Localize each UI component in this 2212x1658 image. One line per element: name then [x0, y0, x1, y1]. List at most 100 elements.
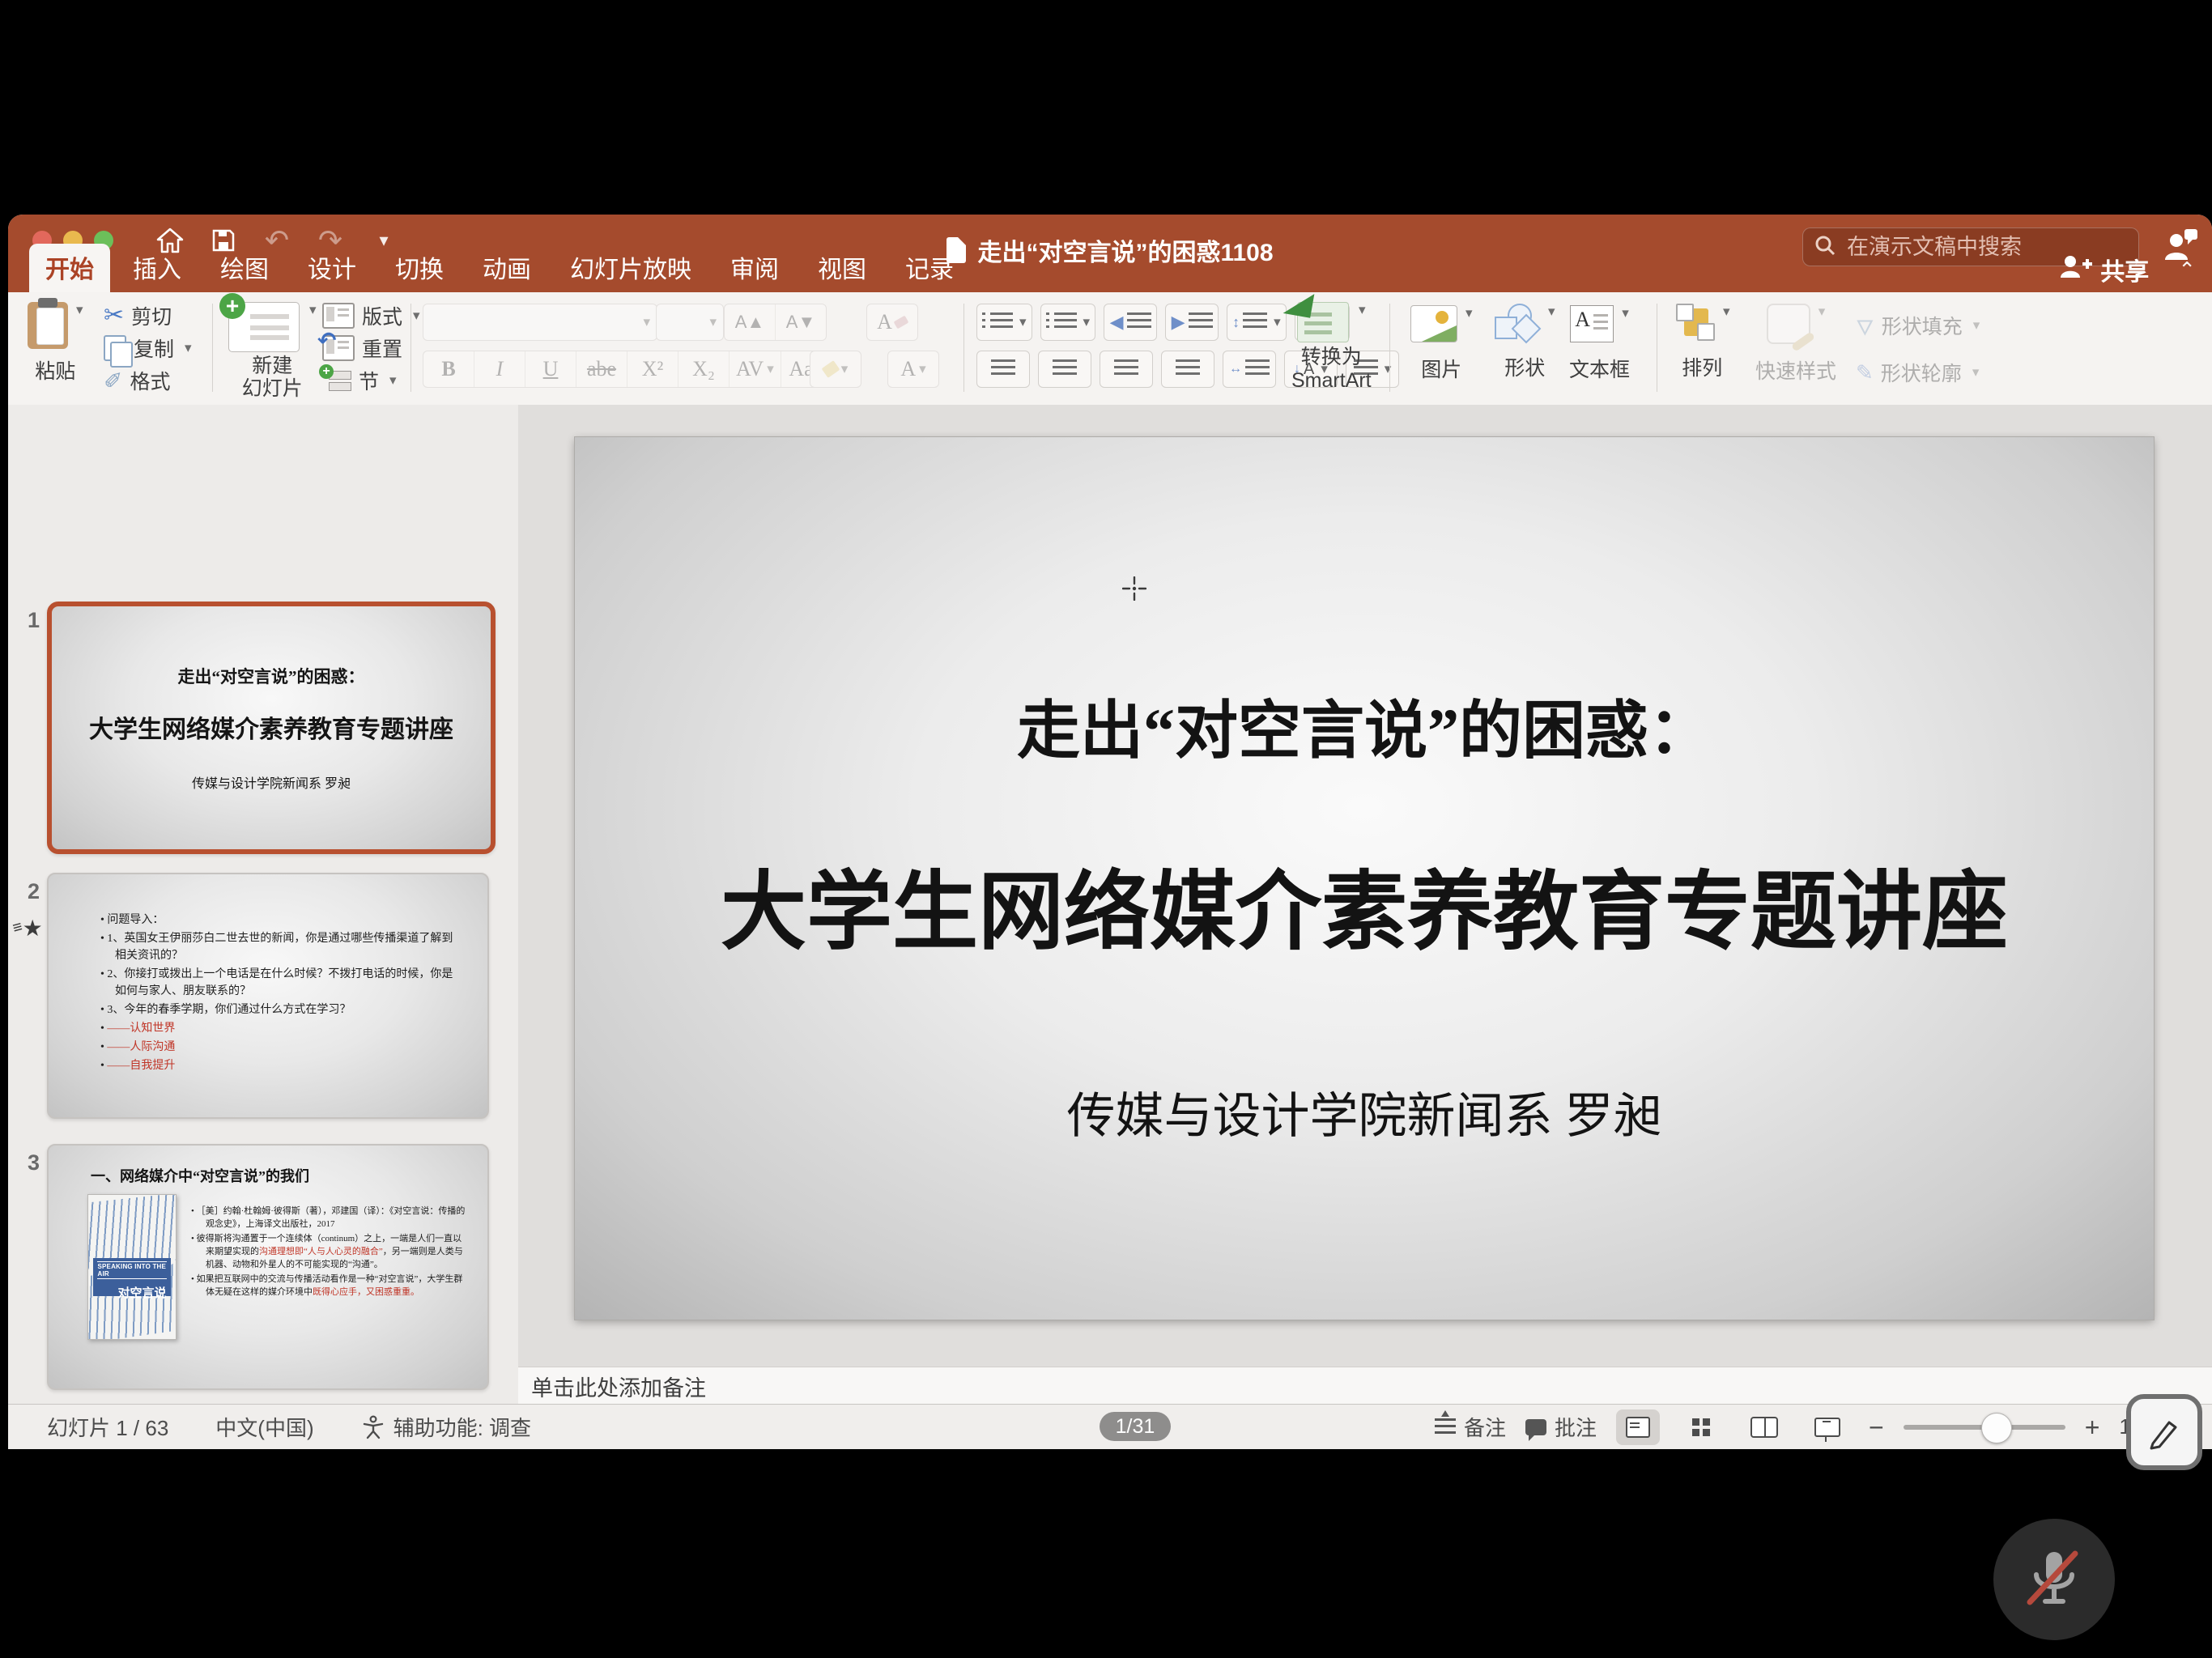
- paste-dropdown-icon[interactable]: ▾: [76, 302, 83, 318]
- shapes-button[interactable]: ▾ 形状: [1495, 304, 1555, 381]
- increase-font-button[interactable]: A▲: [725, 304, 776, 340]
- thumb-title-line1: 走出“对空言说”的困惑：: [178, 664, 365, 688]
- slide-thumbnail-2[interactable]: • 问题导入：• 1、英国女王伊丽莎白二世去世的新闻，你是通过哪些传播渠道了解到…: [47, 873, 489, 1119]
- justify-button[interactable]: [1161, 351, 1214, 388]
- font-format-button-4[interactable]: X²: [627, 351, 678, 387]
- font-name-select[interactable]: ▾: [423, 304, 657, 341]
- tab-0[interactable]: 开始: [29, 244, 110, 292]
- thumbnail-bullet: • 问题导入：: [100, 912, 460, 929]
- bullets-button[interactable]: ▾: [976, 304, 1032, 341]
- thumb-title-line2: 大学生网络媒介素养教育专题讲座: [89, 709, 453, 745]
- tab-3[interactable]: 设计: [291, 244, 372, 292]
- shapes-dropdown-icon[interactable]: ▾: [1548, 304, 1555, 320]
- slide-title-line2[interactable]: 大学生网络媒介素养教育专题讲座: [575, 842, 2154, 967]
- slide-thumbnail-3[interactable]: 一、网络媒介中“对空言说”的我们 SPEAKING INTO THE AIR对空…: [47, 1144, 489, 1390]
- tab-4[interactable]: 切换: [379, 244, 460, 292]
- cut-button[interactable]: ✂ 剪切: [104, 300, 192, 331]
- tab-7[interactable]: 审阅: [714, 244, 795, 292]
- normal-view-button[interactable]: [1616, 1409, 1660, 1445]
- animation-star-icon: ≡★: [13, 915, 43, 942]
- section-dropdown-icon[interactable]: ▾: [389, 372, 397, 389]
- tab-6[interactable]: 幻灯片放映: [554, 244, 708, 292]
- language-indicator[interactable]: 中文(中国): [215, 1412, 313, 1442]
- increase-indent-icon: ▶: [1172, 312, 1185, 333]
- quick-styles-icon: [1767, 304, 1810, 344]
- quick-styles-button[interactable]: ▾ 快速样式: [1755, 304, 1836, 385]
- powerpoint-window: ↶ ↷ ▾ 走出“对空言说”的困惑1108 开始插入绘图设计切换动画幻灯片放映审…: [8, 215, 2212, 1449]
- reading-view-button[interactable]: [1742, 1409, 1786, 1445]
- microphone-muted-icon: [2022, 1545, 2087, 1613]
- format-painter-icon: ✐: [104, 368, 122, 394]
- thumbnail-bullet: • ——自我提升: [100, 1057, 460, 1074]
- numbering-button[interactable]: ▾: [1040, 304, 1096, 341]
- notes-placeholder[interactable]: 单击此处添加备注: [531, 1371, 706, 1402]
- font-format-button-3[interactable]: abe: [576, 351, 627, 387]
- arrange-button[interactable]: ▾ 排列: [1674, 304, 1730, 381]
- font-format-button-6[interactable]: AV▾: [730, 351, 781, 387]
- font-format-button-1[interactable]: I: [474, 351, 525, 387]
- layout-dropdown-icon[interactable]: ▾: [413, 308, 420, 324]
- zoom-slider[interactable]: [1904, 1425, 2065, 1430]
- tab-1[interactable]: 插入: [117, 244, 198, 292]
- font-format-button-0[interactable]: B: [423, 351, 474, 387]
- zoom-in-button[interactable]: +: [2085, 1414, 2100, 1440]
- arrange-dropdown-icon[interactable]: ▾: [1723, 304, 1730, 320]
- tab-8[interactable]: 视图: [802, 244, 883, 292]
- align-right-button[interactable]: [1100, 351, 1153, 388]
- new-slide-button[interactable]: ▾ 新建幻灯片: [228, 302, 317, 400]
- decrease-indent-button[interactable]: ◀: [1104, 304, 1157, 341]
- align-center-button[interactable]: [1038, 351, 1091, 388]
- textbox-button[interactable]: ▾ 文本框: [1569, 305, 1630, 383]
- notes-pane[interactable]: 单击此处添加备注: [518, 1367, 2212, 1405]
- decrease-font-button[interactable]: A▼: [776, 304, 826, 340]
- microphone-muted-button[interactable]: [1993, 1519, 2115, 1640]
- paste-button[interactable]: ▾ 粘贴: [28, 302, 83, 385]
- collapse-ribbon-chevron-icon[interactable]: ⌃: [2178, 257, 2196, 283]
- picture-dropdown-icon[interactable]: ▾: [1465, 305, 1473, 321]
- font-format-button-5[interactable]: X₂: [678, 351, 730, 387]
- align-left-button[interactable]: [976, 351, 1030, 388]
- annotation-app-button[interactable]: [2126, 1394, 2202, 1470]
- tab-2[interactable]: 绘图: [204, 244, 285, 292]
- tab-5[interactable]: 动画: [466, 244, 547, 292]
- font-color-button[interactable]: A▾: [887, 351, 939, 388]
- shape-outline-button[interactable]: ✎ 形状轮廓▾: [1856, 357, 1980, 388]
- thumbnail-bullet: • ［美］约翰·杜翰姆·彼得斯（著），邓建国（译）：《对空言说：传播的观念史》，…: [191, 1205, 470, 1231]
- slideshow-button[interactable]: [1806, 1409, 1849, 1445]
- copy-dropdown-icon[interactable]: ▾: [185, 340, 192, 356]
- comments-toggle-button[interactable]: 批注: [1525, 1412, 1597, 1442]
- share-button[interactable]: 共享: [2060, 252, 2149, 287]
- slide-title-line1[interactable]: 走出“对空言说”的困惑：: [575, 680, 2154, 771]
- notes-toggle-icon: [1435, 1418, 1456, 1436]
- line-spacing-button[interactable]: ↕▾: [1227, 304, 1287, 341]
- slide-sorter-view-button[interactable]: [1679, 1409, 1723, 1445]
- reset-button[interactable]: ↶ 重置: [322, 333, 420, 363]
- slide-thumbnail-1[interactable]: 走出“对空言说”的困惑： 大学生网络媒介素养教育专题讲座 传媒与设计学院新闻系 …: [47, 602, 496, 854]
- reset-icon: ↶: [322, 335, 355, 361]
- format-painter-button[interactable]: ✐ 格式: [104, 365, 192, 396]
- shape-fill-button[interactable]: 🜄 形状填充▾: [1856, 310, 1980, 341]
- copy-button[interactable]: 复制▾: [104, 333, 192, 363]
- accessibility-status[interactable]: 辅助功能: 调查: [361, 1412, 531, 1442]
- textbox-dropdown-icon[interactable]: ▾: [1622, 305, 1629, 321]
- zoom-slider-thumb[interactable]: [1981, 1413, 2012, 1443]
- numbering-icon: [1046, 312, 1077, 332]
- layout-button[interactable]: 版式▾: [322, 300, 420, 331]
- picture-button[interactable]: ▾ 图片: [1410, 305, 1473, 383]
- convert-to-smartart-button[interactable]: ▾ 转换为SmartArt: [1291, 302, 1372, 393]
- increase-indent-button[interactable]: ▶: [1165, 304, 1219, 341]
- new-slide-dropdown-icon[interactable]: ▾: [309, 302, 317, 318]
- clear-formatting-button[interactable]: A: [866, 304, 918, 341]
- notes-toggle-button[interactable]: 备注: [1435, 1412, 1506, 1442]
- zoom-out-button[interactable]: −: [1869, 1414, 1884, 1440]
- font-format-button-2[interactable]: U: [525, 351, 576, 387]
- font-size-select[interactable]: ▾: [656, 304, 724, 341]
- section-button[interactable]: + 节▾: [322, 365, 420, 396]
- align-left-icon: [991, 359, 1015, 379]
- tab-9[interactable]: 记录: [889, 244, 970, 292]
- slide-canvas[interactable]: 走出“对空言说”的困惑： 大学生网络媒介素养教育专题讲座 传媒与设计学院新闻系 …: [575, 437, 2154, 1320]
- highlight-button[interactable]: ▾: [810, 351, 861, 388]
- slide-subtitle[interactable]: 传媒与设计学院新闻系 罗昶: [575, 1077, 2154, 1147]
- smartart-dropdown-icon[interactable]: ▾: [1359, 302, 1366, 318]
- distribute-button[interactable]: ↔: [1223, 351, 1276, 388]
